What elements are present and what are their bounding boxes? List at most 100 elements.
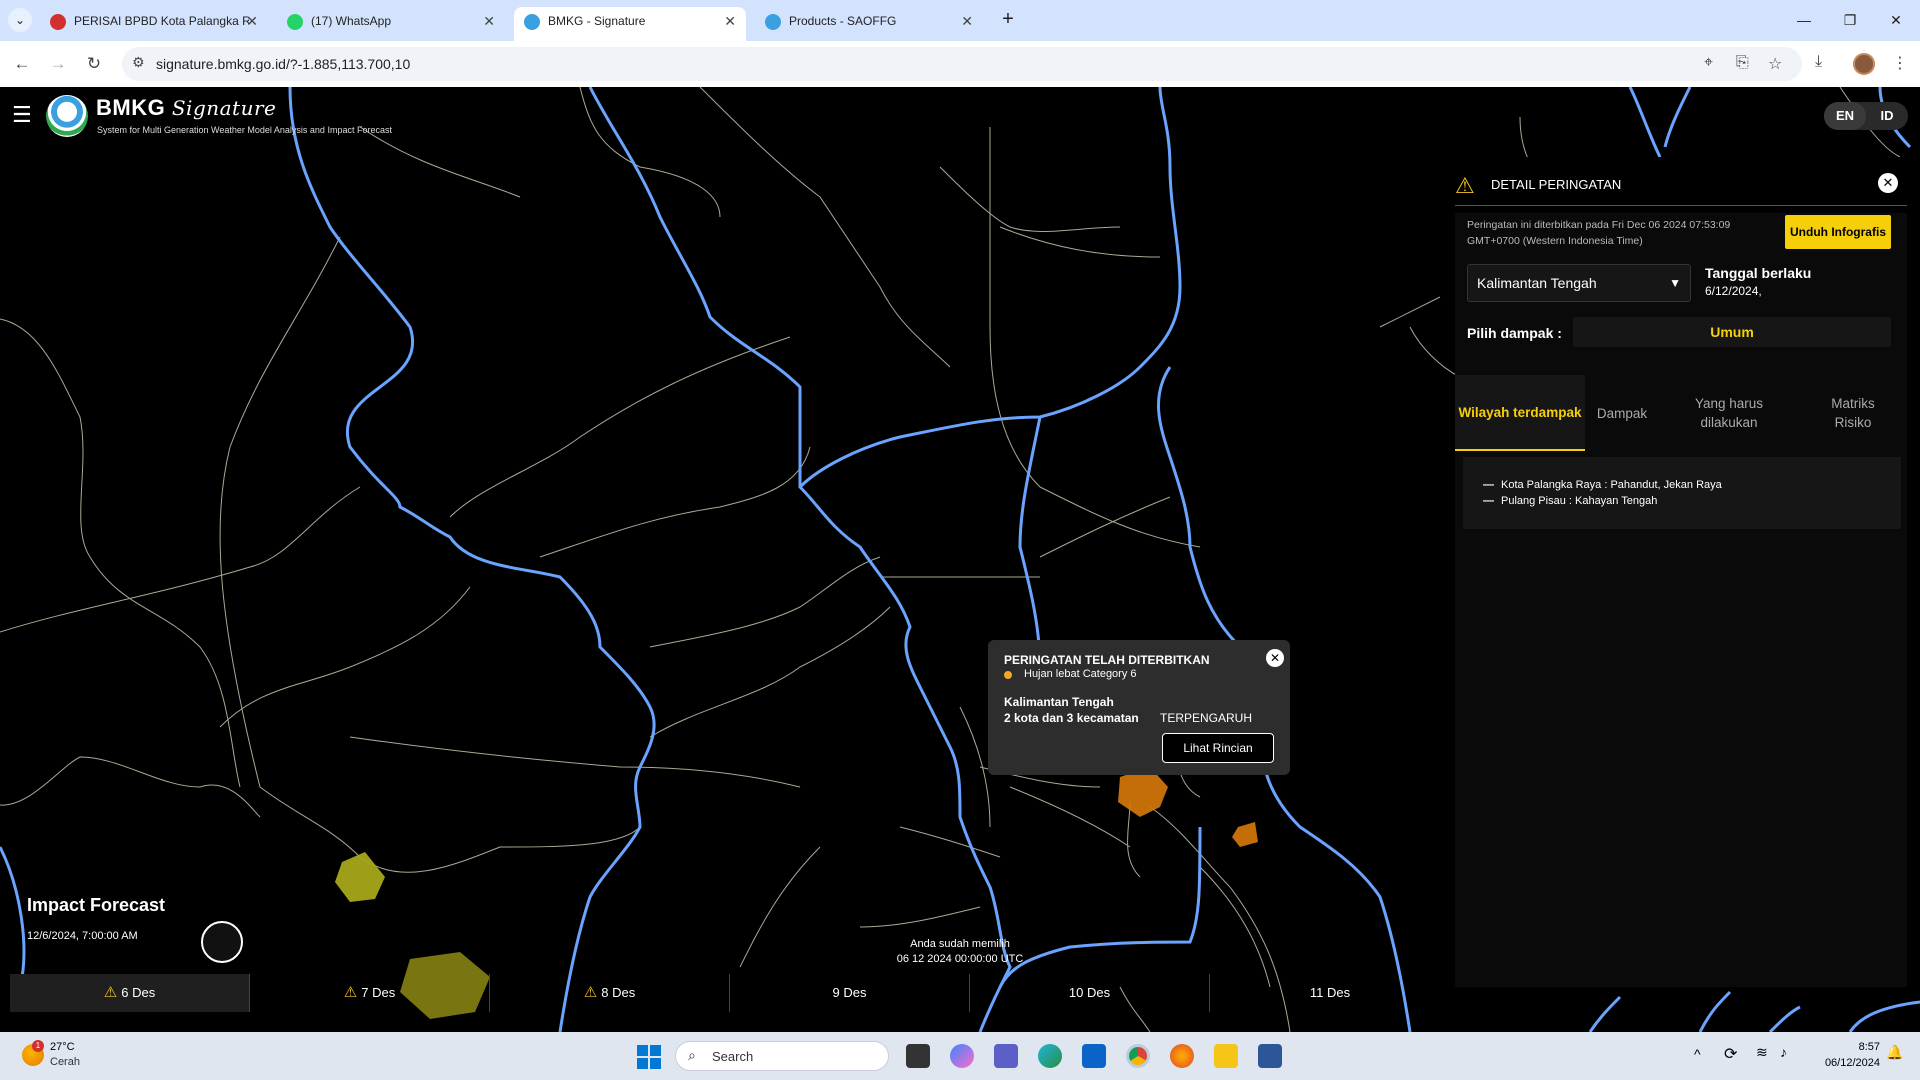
play-animation-button[interactable] [201, 921, 243, 963]
timeline-day-11[interactable]: 11 Des [1210, 974, 1450, 1012]
language-switch[interactable]: EN ID [1824, 102, 1908, 130]
popup-close-icon[interactable]: ✕ [1266, 649, 1284, 667]
minimize-icon[interactable]: — [1784, 8, 1824, 32]
map-viewport[interactable]: ☰ BMKG Signature System for Multi Genera… [0, 87, 1920, 1032]
file-explorer-icon[interactable] [1214, 1044, 1238, 1068]
download-infographic-button[interactable]: Unduh Infografis [1785, 215, 1891, 249]
forward-arrow-icon[interactable]: → [46, 52, 70, 76]
bpbd-favicon-icon [50, 14, 66, 30]
install-app-icon[interactable]: ⎘ [1736, 54, 1749, 72]
list-item: — Pulang Pisau : Kahayan Tengah [1483, 495, 1657, 507]
profile-avatar[interactable] [1853, 53, 1875, 75]
browser-tab-perisai[interactable]: PERISAI BPBD Kota Palangka Ra ✕ [40, 7, 268, 41]
timeline-day-6[interactable]: ⚠ 6 Des [10, 974, 250, 1012]
tab-affected-areas[interactable]: Wilayah terdampak [1455, 375, 1585, 451]
tab-title: Products - SAOFFG [789, 14, 897, 28]
day-label: 9 Des [832, 985, 867, 1000]
more-menu-icon[interactable]: ⋮ [1892, 53, 1908, 73]
tab-impact[interactable]: Dampak [1585, 375, 1659, 451]
lang-en-button[interactable]: EN [1824, 102, 1866, 130]
clock-date[interactable]: 06/12/2024 [1800, 1057, 1880, 1069]
url-text[interactable]: signature.bmkg.go.id/?-1.885,113.700,10 [156, 56, 410, 72]
timeline-day-8[interactable]: ⚠ 8 Des [490, 974, 730, 1012]
outlook-icon[interactable] [1082, 1044, 1106, 1068]
timeline-day-10[interactable]: 10 Des [970, 974, 1210, 1012]
selected-time-status: Anda sudah memilih 06 12 2024 00:00:00 U… [890, 937, 1030, 967]
close-tab-icon[interactable]: ✕ [961, 7, 973, 35]
chrome-icon[interactable] [1126, 1044, 1150, 1068]
chevron-up-icon[interactable]: ^ [1694, 1046, 1701, 1062]
affected-area-text: Pulang Pisau : Kahayan Tengah [1501, 495, 1658, 507]
tab-title: BMKG - Signature [548, 14, 646, 28]
popup-affected-count: 2 kota dan 3 kecamatan [1004, 711, 1139, 725]
lang-id-button[interactable]: ID [1866, 102, 1908, 130]
impact-select[interactable]: Umum [1573, 317, 1891, 347]
reload-icon[interactable]: ↻ [82, 52, 106, 76]
back-arrow-icon[interactable]: ← [10, 52, 34, 76]
region-select[interactable]: Kalimantan Tengah ▼ [1467, 264, 1691, 302]
clock-time[interactable]: 8:57 [1800, 1041, 1880, 1053]
warning-triangle-icon: ⚠ [343, 984, 358, 1001]
browser-tab-whatsapp[interactable]: (17) WhatsApp ✕ [277, 7, 505, 41]
windows-start-icon[interactable] [637, 1045, 661, 1069]
popup-title: PERINGATAN TELAH DITERBITKAN [1004, 653, 1210, 667]
search-icon: ⌕ [688, 1047, 696, 1063]
address-bar[interactable]: ⚙ signature.bmkg.go.id/?-1.885,113.700,1… [122, 47, 1802, 81]
notification-bell-icon[interactable]: 🔔 [1886, 1044, 1903, 1061]
volume-icon[interactable]: ♪ [1780, 1044, 1787, 1060]
logo-script: Signature [171, 96, 277, 120]
tab-title: PERISAI BPBD Kota Palangka Ra [74, 14, 249, 28]
teams-icon[interactable] [994, 1044, 1018, 1068]
browser-tab-bar: ⌄ PERISAI BPBD Kota Palangka Ra ✕ (17) W… [0, 0, 1920, 41]
new-tab-button[interactable]: + [996, 8, 1020, 32]
list-item: — Kota Palangka Raya : Pahandut, Jekan Ra… [1483, 479, 1722, 491]
close-tab-icon[interactable]: ✕ [724, 7, 736, 35]
region-select-value: Kalimantan Tengah [1477, 275, 1597, 291]
hazard-polygon-orange-small[interactable] [1232, 822, 1258, 847]
logo-subtitle: System for Multi Generation Weather Mode… [97, 125, 392, 135]
bmkg-logo [46, 95, 88, 137]
weather-condition[interactable]: Cerah [50, 1056, 80, 1068]
wifi-icon[interactable]: ≋ [1756, 1044, 1768, 1061]
tab-title: (17) WhatsApp [311, 14, 392, 28]
app-logo-text: BMKG Signature [96, 95, 276, 121]
tab-what-to-do[interactable]: Yang harus dilakukan [1659, 375, 1799, 451]
weather-temperature[interactable]: 27°C [50, 1041, 75, 1053]
view-details-button[interactable]: Lihat Rincian [1162, 733, 1274, 763]
download-icon[interactable]: ⤓ [1815, 53, 1822, 71]
location-pin-icon[interactable]: ⌖ [1704, 54, 1713, 72]
browser-toolbar: ← → ↻ ⚙ signature.bmkg.go.id/?-1.885,113… [0, 41, 1920, 87]
timeline-day-9[interactable]: 9 Des [730, 974, 970, 1012]
timeline-day-7[interactable]: ⚠ 7 Des [250, 974, 490, 1012]
edge-icon[interactable] [1038, 1044, 1062, 1068]
warning-triangle-icon: ⚠ [1455, 173, 1475, 198]
close-tab-icon[interactable]: ✕ [246, 7, 258, 35]
whatsapp-favicon-icon [287, 14, 303, 30]
word-icon[interactable] [1258, 1044, 1282, 1068]
dash-icon: — [1483, 479, 1494, 491]
saoffg-favicon-icon [765, 14, 781, 30]
browser-tab-bmkg[interactable]: BMKG - Signature ✕ [514, 7, 746, 41]
tab-risk-matrix[interactable]: Matriks Risiko [1799, 375, 1907, 451]
panel-close-icon[interactable]: ✕ [1878, 173, 1898, 193]
panel-title: DETAIL PERINGATAN [1491, 177, 1622, 192]
firefox-icon[interactable] [1170, 1044, 1194, 1068]
task-view-icon[interactable] [906, 1044, 930, 1068]
sync-icon[interactable]: ⟳ [1724, 1044, 1737, 1064]
hazard-polygon-olive[interactable] [335, 852, 385, 902]
copilot-icon[interactable] [950, 1044, 974, 1068]
browser-tab-saoffg[interactable]: Products - SAOFFG ✕ [755, 7, 983, 41]
valid-date-value: 6/12/2024, [1705, 284, 1762, 298]
popup-hazard: Hujan lebat Category 6 [1024, 668, 1137, 680]
hamburger-menu-icon[interactable]: ☰ [12, 104, 32, 126]
warning-triangle-icon: ⚠ [103, 984, 118, 1001]
close-tab-icon[interactable]: ✕ [483, 7, 495, 35]
restore-icon[interactable]: ❐ [1830, 8, 1870, 32]
panel-tabs: Wilayah terdampak Dampak Yang harus dila… [1455, 375, 1907, 451]
close-window-icon[interactable]: ✕ [1876, 8, 1916, 32]
taskbar-search[interactable]: ⌕ Search [675, 1041, 889, 1071]
tab-list-button[interactable]: ⌄ [8, 8, 32, 32]
warning-detail-panel: ⚠ DETAIL PERINGATAN ✕ Peringatan ini dit… [1455, 157, 1907, 987]
site-info-icon[interactable]: ⚙ [132, 54, 145, 71]
bookmark-star-icon[interactable]: ☆ [1768, 54, 1782, 74]
